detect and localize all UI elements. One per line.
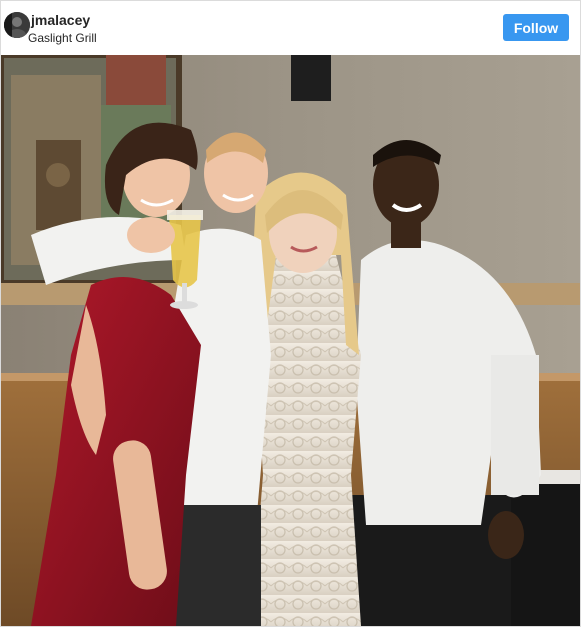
post-card: jmalacey Gaslight Grill Follow xyxy=(0,0,581,627)
post-photo[interactable] xyxy=(1,55,580,626)
photo-illustration xyxy=(1,55,580,626)
username-link[interactable]: jmalacey xyxy=(31,12,90,28)
post-header: jmalacey Gaslight Grill Follow xyxy=(1,1,580,54)
follow-button[interactable]: Follow xyxy=(503,14,569,41)
avatar-image xyxy=(4,12,30,38)
location-link[interactable]: Gaslight Grill xyxy=(28,31,97,45)
avatar[interactable] xyxy=(4,12,30,38)
